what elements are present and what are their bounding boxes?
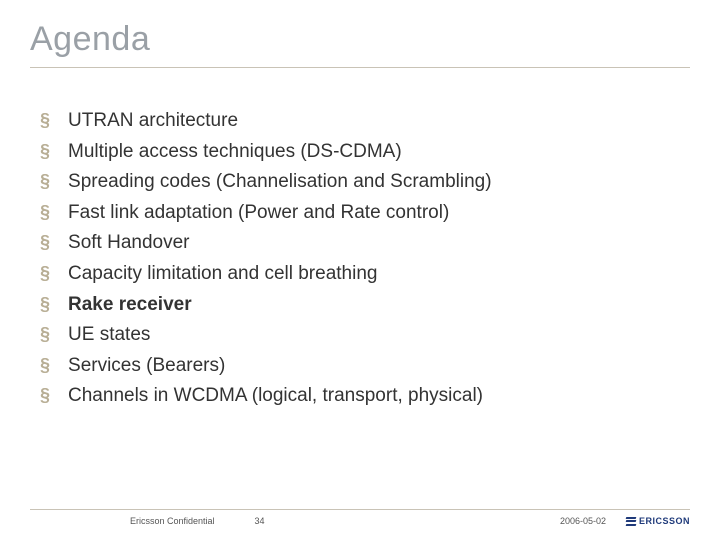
bullet-icon: §	[40, 383, 50, 408]
agenda-item: § UE states	[40, 322, 690, 349]
bullet-icon: §	[40, 139, 50, 164]
ericsson-logo-bars-icon	[626, 517, 636, 526]
agenda-item-label: Soft Handover	[68, 230, 189, 257]
agenda-item: § Capacity limitation and cell breathing	[40, 261, 690, 288]
agenda-item: § Multiple access techniques (DS-CDMA)	[40, 139, 690, 166]
footer-confidential: Ericsson Confidential	[130, 516, 215, 526]
agenda-item: § UTRAN architecture	[40, 108, 690, 135]
agenda-item-label: Capacity limitation and cell breathing	[68, 261, 377, 288]
ericsson-logo-text: ERICSSON	[639, 516, 690, 526]
agenda-item-label: Multiple access techniques (DS-CDMA)	[68, 139, 402, 166]
footer-date: 2006-05-02	[560, 516, 606, 526]
agenda-item-label: UTRAN architecture	[68, 108, 238, 135]
agenda-item-label: Services (Bearers)	[68, 353, 225, 380]
agenda-item: § Fast link adaptation (Power and Rate co…	[40, 200, 690, 227]
agenda-item-label: UE states	[68, 322, 150, 349]
bullet-icon: §	[40, 292, 50, 317]
slide: Agenda § UTRAN architecture § Multiple acce…	[0, 0, 720, 540]
agenda-item-label: Spreading codes (Channelisation and Scra…	[68, 169, 492, 196]
footer-rule	[30, 509, 690, 510]
agenda-list: § UTRAN architecture § Multiple access tech…	[30, 108, 690, 410]
bullet-icon: §	[40, 353, 50, 378]
bullet-icon: §	[40, 261, 50, 286]
agenda-item: § Soft Handover	[40, 230, 690, 257]
footer-row: Ericsson Confidential 34 2006-05-02 ERIC…	[30, 516, 690, 526]
slide-title: Agenda	[30, 20, 690, 59]
agenda-item: § Spreading codes (Channelisation and Scr…	[40, 169, 690, 196]
ericsson-logo: ERICSSON	[626, 516, 690, 526]
bullet-icon: §	[40, 200, 50, 225]
title-rule	[30, 67, 690, 68]
footer: Ericsson Confidential 34 2006-05-02 ERIC…	[0, 509, 720, 526]
agenda-item: § Services (Bearers)	[40, 353, 690, 380]
bullet-icon: §	[40, 169, 50, 194]
agenda-item: § Rake receiver	[40, 292, 690, 319]
bullet-icon: §	[40, 322, 50, 347]
agenda-item-label: Rake receiver	[68, 292, 192, 319]
agenda-item: § Channels in WCDMA (logical, transport, …	[40, 383, 690, 410]
bullet-icon: §	[40, 230, 50, 255]
agenda-item-label: Channels in WCDMA (logical, transport, p…	[68, 383, 483, 410]
bullet-icon: §	[40, 108, 50, 133]
agenda-item-label: Fast link adaptation (Power and Rate con…	[68, 200, 449, 227]
content-area: § UTRAN architecture § Multiple access tech…	[30, 108, 690, 540]
footer-page-number: 34	[255, 516, 265, 526]
